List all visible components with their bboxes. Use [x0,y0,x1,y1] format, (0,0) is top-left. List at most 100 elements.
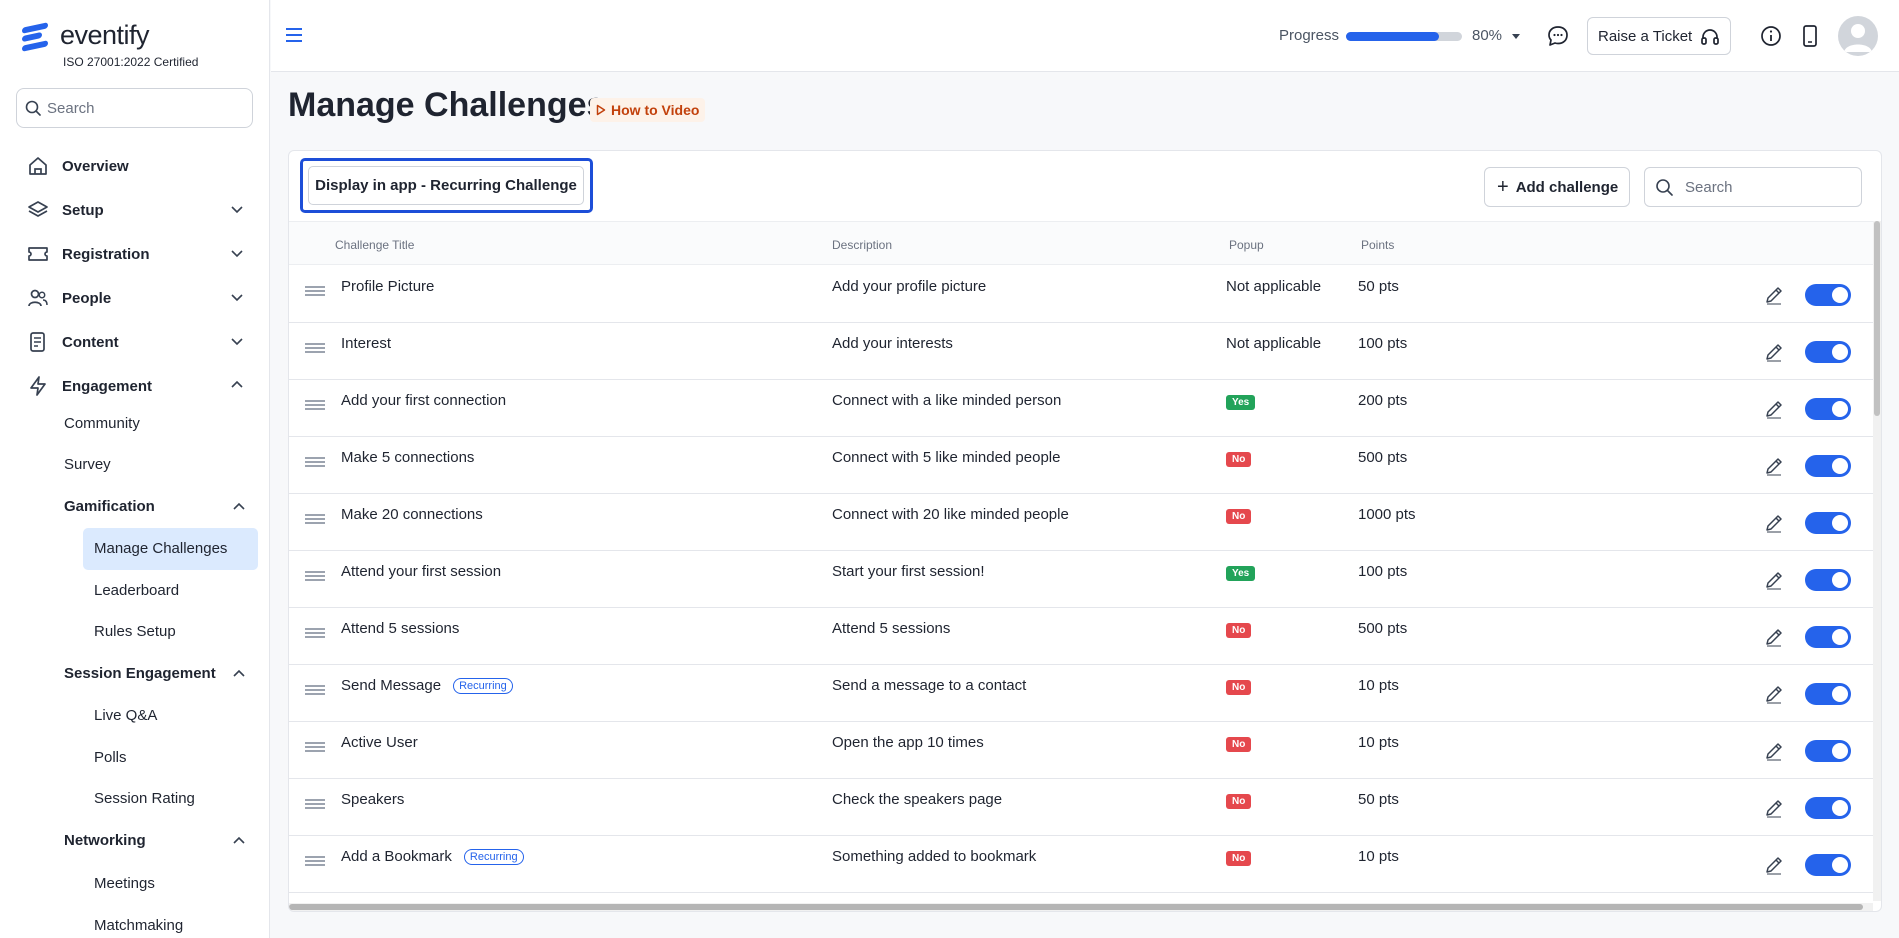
add-challenge-label: Add challenge [1515,178,1619,196]
edit-pencil-icon[interactable] [1764,285,1784,305]
column-header-points[interactable]: Points [1361,238,1394,252]
raise-ticket-label: Raise a Ticket [1598,27,1693,45]
drag-handle-icon[interactable] [305,685,325,695]
recurring-badge: Recurring [463,848,524,865]
search-icon [25,100,41,116]
edit-pencil-icon[interactable] [1764,855,1784,875]
column-header-popup[interactable]: Popup [1229,238,1264,252]
sidebar-item-rules-setup[interactable]: Rules Setup [94,623,176,640]
eventify-logo-icon [22,21,52,52]
enable-toggle[interactable] [1805,455,1851,477]
sidebar-item-overview[interactable]: Overview [26,149,246,183]
sidebar-item-matchmaking[interactable]: Matchmaking [94,917,183,934]
people-icon [26,286,50,310]
edit-pencil-icon[interactable] [1764,684,1784,704]
challenge-description: Add your profile picture [832,278,987,295]
table-row: Speakers Check the speakers page No 50 p… [289,779,1873,836]
vertical-scrollbar[interactable] [1873,221,1881,901]
info-icon[interactable] [1760,25,1782,47]
edit-pencil-icon[interactable] [1764,399,1784,419]
drag-handle-icon[interactable] [305,571,325,581]
edit-pencil-icon[interactable] [1764,570,1784,590]
sidebar-item-people[interactable]: People [26,281,246,315]
chevron-up-icon [233,836,245,844]
challenge-title-cell: Add your first connection [341,392,506,409]
challenge-description: Connect with 5 like minded people [832,449,1061,466]
challenge-title: Profile Picture [341,278,435,295]
sidebar-item-meetings[interactable]: Meetings [94,875,155,892]
drag-handle-icon[interactable] [305,856,325,866]
vertical-scrollbar-thumb[interactable] [1874,221,1880,416]
chat-icon[interactable] [1547,25,1569,47]
challenge-title: Add your first connection [341,392,507,409]
sidebar-item-engagement[interactable]: Engagement [26,369,246,403]
mobile-icon[interactable] [1802,25,1818,47]
table-header: Challenge Title Description Popup Points [289,221,1881,265]
brand-name: eventify [60,20,150,50]
sidebar-item-content[interactable]: Content [26,325,246,359]
popup-badge: No [1226,680,1252,695]
caret-down-icon[interactable] [1511,33,1521,41]
edit-pencil-icon[interactable] [1764,342,1784,362]
sidebar-item-leaderboard[interactable]: Leaderboard [94,582,179,599]
sidebar-item-live-qa[interactable]: Live Q&A [94,707,157,724]
edit-pencil-icon[interactable] [1764,798,1784,818]
enable-toggle[interactable] [1805,398,1851,420]
challenge-title-cell: Profile Picture [341,278,434,295]
horizontal-scrollbar-thumb[interactable] [289,904,1863,910]
drag-handle-icon[interactable] [305,799,325,809]
menu-icon[interactable] [285,27,303,43]
challenge-title-cell: Make 20 connections [341,506,483,523]
sidebar-group-label: Gamification [64,498,155,515]
drag-handle-icon[interactable] [305,400,325,410]
enable-toggle[interactable] [1805,797,1851,819]
challenge-points: 50 pts [1358,791,1399,808]
challenge-title-cell: Add a Bookmark Recurring [341,848,524,865]
drag-handle-icon[interactable] [305,286,325,296]
drag-handle-icon[interactable] [305,514,325,524]
table-row: Make 5 connections Connect with 5 like m… [289,437,1873,494]
user-avatar[interactable] [1838,16,1878,56]
edit-pencil-icon[interactable] [1764,627,1784,647]
edit-pencil-icon[interactable] [1764,456,1784,476]
column-header-description[interactable]: Description [832,238,892,252]
drag-handle-icon[interactable] [305,457,325,467]
sidebar-search-input[interactable] [47,99,237,117]
drag-handle-icon[interactable] [305,343,325,353]
sidebar-group-gamification[interactable]: Gamification [64,498,246,515]
table-search-input[interactable] [1685,178,1855,196]
enable-toggle[interactable] [1805,683,1851,705]
sidebar-item-setup[interactable]: Setup [26,193,246,227]
display-recurring-challenge-button[interactable]: Display in app - Recurring Challenge [308,166,584,205]
enable-toggle[interactable] [1805,569,1851,591]
how-to-video-link[interactable]: How to Video [590,98,706,122]
sidebar-item-registration[interactable]: Registration [26,237,246,271]
column-header-title[interactable]: Challenge Title [335,238,414,252]
sidebar-item-label: Setup [62,201,104,219]
challenge-title: Make 5 connections [341,449,475,466]
enable-toggle[interactable] [1805,740,1851,762]
sidebar-item-survey[interactable]: Survey [64,456,111,473]
raise-ticket-button[interactable]: Raise a Ticket [1587,17,1731,55]
edit-pencil-icon[interactable] [1764,513,1784,533]
sidebar-item-community[interactable]: Community [64,415,140,432]
challenge-points: 1000 pts [1358,506,1416,523]
enable-toggle[interactable] [1805,512,1851,534]
add-challenge-button[interactable]: + Add challenge [1484,167,1630,207]
enable-toggle[interactable] [1805,341,1851,363]
horizontal-scrollbar[interactable] [289,903,1873,911]
sidebar-item-label: Content [62,333,119,351]
drag-handle-icon[interactable] [305,628,325,638]
sidebar-item-session-rating[interactable]: Session Rating [94,790,195,807]
sidebar-item-manage-challenges[interactable]: Manage Challenges [94,540,227,557]
sidebar: eventify ISO 27001:2022 Certified Overvi… [0,0,270,938]
sidebar-item-polls[interactable]: Polls [94,749,127,766]
enable-toggle[interactable] [1805,284,1851,306]
sidebar-group-networking[interactable]: Networking [64,832,246,849]
edit-pencil-icon[interactable] [1764,741,1784,761]
enable-toggle[interactable] [1805,626,1851,648]
sidebar-group-session-engagement[interactable]: Session Engagement [64,665,246,682]
enable-toggle[interactable] [1805,854,1851,876]
drag-handle-icon[interactable] [305,742,325,752]
brand-logo[interactable]: eventify [22,20,150,52]
